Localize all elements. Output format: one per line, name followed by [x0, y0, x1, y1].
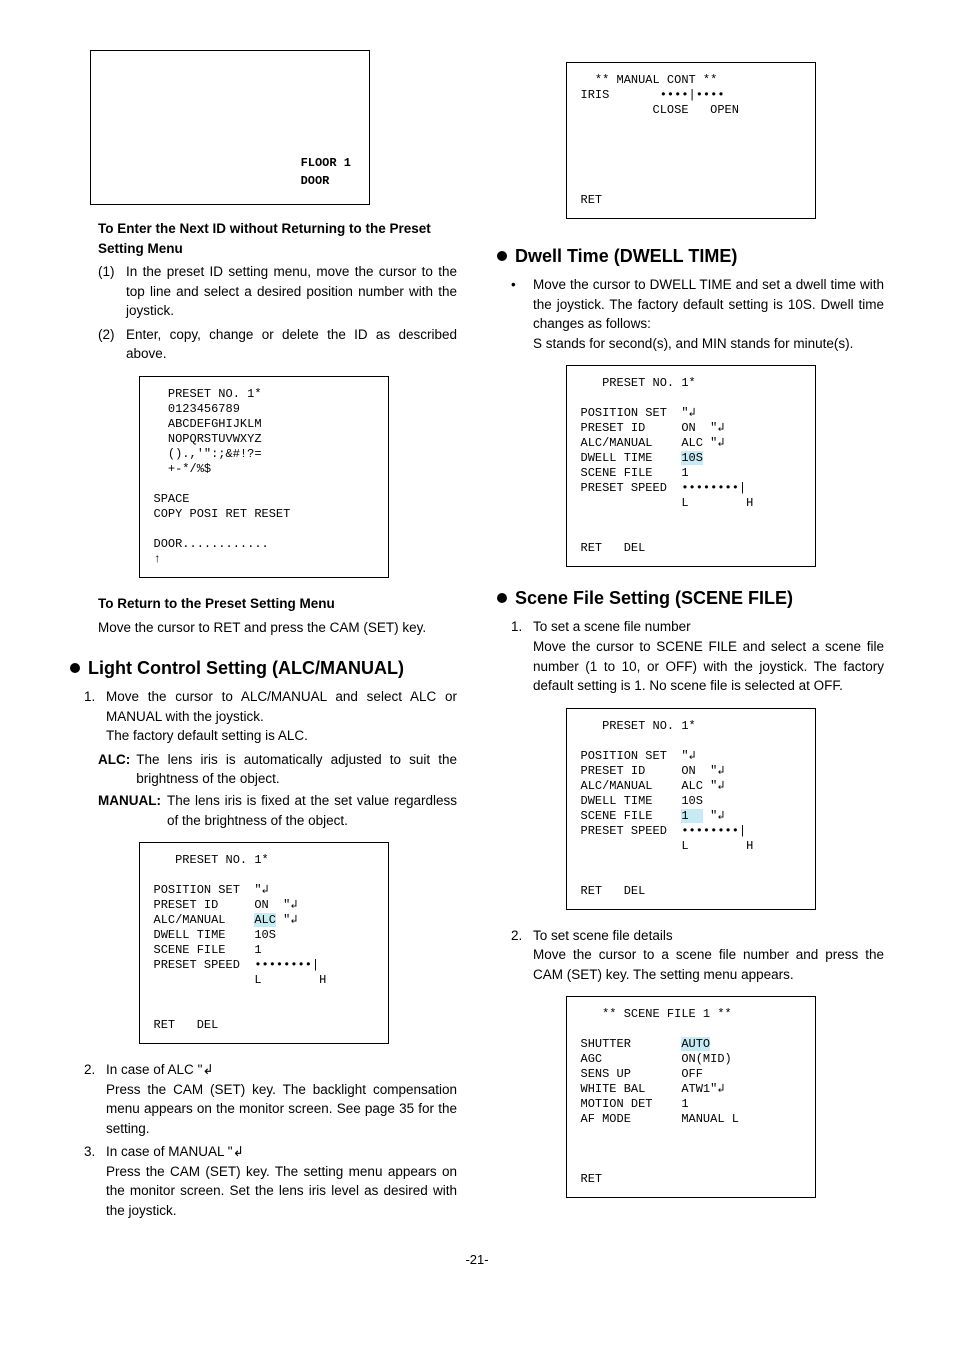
step-body: Move the cursor to SCENE FILE and select…: [533, 637, 884, 696]
submenu-icon: "↲: [228, 1144, 244, 1159]
step-body: Press the CAM (SET) key. The backlight c…: [106, 1080, 457, 1139]
step-body: Press the CAM (SET) key. The setting men…: [106, 1162, 457, 1221]
step-number: 2.: [511, 926, 533, 985]
step-number: 1.: [511, 617, 533, 695]
preset-id-editor-screen: PRESET NO. 1* 0123456789 ABCDEFGHIJKLM N…: [139, 376, 389, 578]
section-bullet-icon: [70, 663, 80, 673]
preset-menu-scene-screen: PRESET NO. 1* POSITION SET "↲ PRESET ID …: [566, 708, 816, 910]
screen-title: PRESET NO. 1*: [581, 719, 696, 733]
alc-manual-heading: Light Control Setting (ALC/MANUAL): [88, 655, 404, 681]
screen-title: PRESET NO. 1*: [154, 853, 269, 867]
page-number: -21-: [70, 1251, 884, 1270]
alc-description: The lens iris is automatically adjusted …: [136, 750, 457, 789]
screen-body: POSITION SET "↲ PRESET ID ON "↲ ALC/MANU…: [581, 406, 754, 555]
dwell-time-heading: Dwell Time (DWELL TIME): [515, 243, 737, 269]
step-body: Move the cursor to a scene file number a…: [533, 945, 884, 984]
step-text: In case of MANUAL: [106, 1144, 228, 1159]
camera-view-text: FLOOR 1 DOOR: [301, 155, 351, 190]
return-text: Move the cursor to RET and press the CAM…: [98, 618, 457, 638]
submenu-icon: "↲: [198, 1062, 214, 1077]
factory-default-text: The factory default setting is ALC.: [106, 728, 308, 743]
step-number: 1.: [84, 687, 106, 746]
step-text: Move the cursor to ALC/MANUAL and select…: [106, 689, 457, 724]
preset-menu-dwell-screen: PRESET NO. 1* POSITION SET "↲ PRESET ID …: [566, 365, 816, 567]
return-heading: To Return to the Preset Setting Menu: [98, 594, 457, 614]
item-bullet: •: [511, 275, 533, 353]
screen-body: POSITION SET "↲ PRESET ID ON "↲ ALC/MANU…: [581, 749, 754, 898]
alc-label: ALC:: [98, 750, 130, 789]
enter-next-heading: To Enter the Next ID without Returning t…: [98, 219, 457, 258]
step-text: In case of ALC: [106, 1062, 198, 1077]
step-text: To set a scene file number: [533, 619, 691, 634]
step-number: 3.: [84, 1142, 106, 1220]
scene-file-detail-screen: ** SCENE FILE 1 ** SHUTTER AUTO AGC ON(M…: [566, 996, 816, 1198]
screen-title: PRESET NO. 1*: [581, 376, 696, 390]
scene-file-heading: Scene File Setting (SCENE FILE): [515, 585, 793, 611]
manual-cont-screen: ** MANUAL CONT ** IRIS ••••|•••• CLOSE O…: [566, 62, 816, 219]
step-number: (1): [98, 262, 126, 321]
preset-menu-alc-screen: PRESET NO. 1* POSITION SET "↲ PRESET ID …: [139, 842, 389, 1044]
dwell-text-2: S stands for second(s), and MIN stands f…: [533, 336, 853, 351]
screen-body: IRIS ••••|•••• CLOSE OPEN RET: [581, 88, 739, 207]
step-number: 2.: [84, 1060, 106, 1138]
screen-body: POSITION SET "↲ PRESET ID ON "↲ ALC/MANU…: [154, 883, 327, 1032]
screen-title: ** MANUAL CONT **: [581, 73, 718, 87]
screen-body: SHUTTER AUTO AGC ON(MID) SENS UP OFF WHI…: [581, 1037, 739, 1186]
step-text: In the preset ID setting menu, move the …: [126, 262, 457, 321]
step-number: (2): [98, 325, 126, 364]
manual-label: MANUAL:: [98, 791, 161, 830]
camera-view-screen: FLOOR 1 DOOR: [90, 50, 370, 205]
step-text: Enter, copy, change or delete the ID as …: [126, 325, 457, 364]
step-text: To set scene file details: [533, 928, 673, 943]
section-bullet-icon: [497, 251, 507, 261]
manual-description: The lens iris is fixed at the set value …: [167, 791, 457, 830]
preset-id-editor-text: PRESET NO. 1* 0123456789 ABCDEFGHIJKLM N…: [154, 387, 291, 566]
section-bullet-icon: [497, 593, 507, 603]
dwell-text: Move the cursor to DWELL TIME and set a …: [533, 277, 884, 331]
screen-title: ** SCENE FILE 1 **: [581, 1007, 732, 1021]
